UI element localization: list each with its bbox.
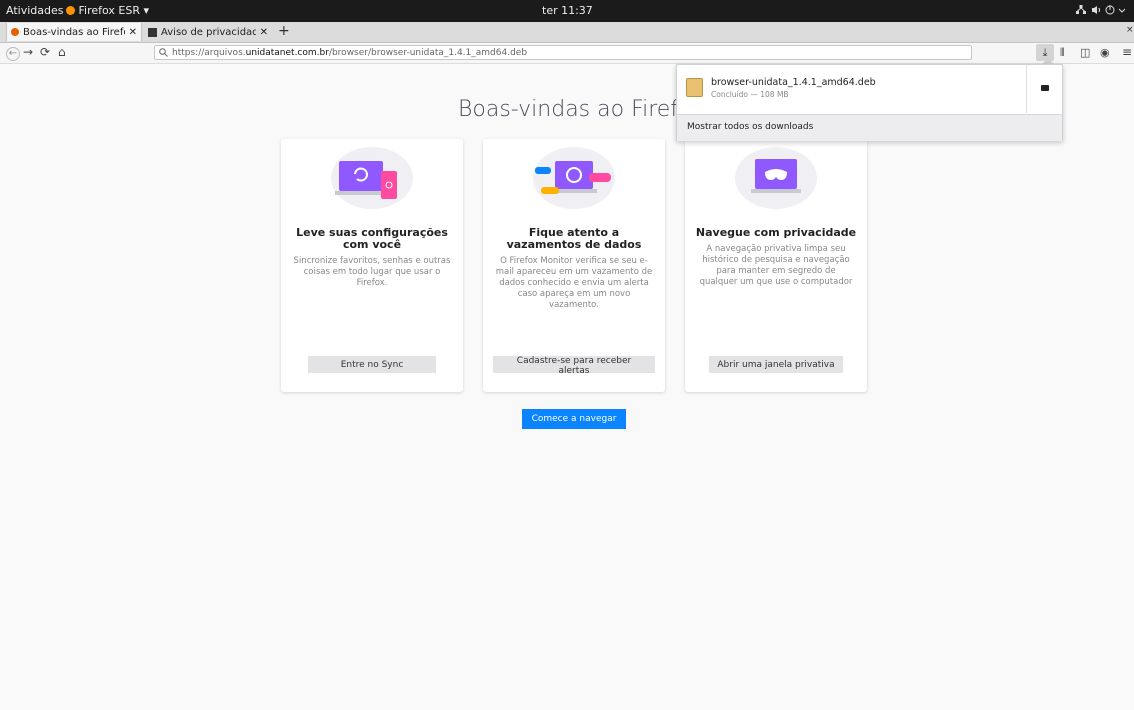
- app-menu-label: Firefox ESR: [78, 4, 140, 17]
- navigation-toolbar: ← → ⟳ ⌂ https://arquivos. unidatanet.com.…: [0, 43, 1134, 64]
- page-title: Boas-vindas ao Firefox: [458, 97, 704, 122]
- home-icon: ⌂: [58, 45, 66, 59]
- url-prefix: https://arquivos.: [172, 47, 246, 58]
- app-menu[interactable]: Firefox ESR ▾: [66, 4, 149, 17]
- activities-button[interactable]: Atividades: [6, 4, 63, 17]
- close-window-icon[interactable]: ×: [1126, 25, 1134, 35]
- tab-welcome[interactable]: Boas-vindas ao Firefox ✕: [6, 23, 142, 41]
- system-top-bar: Atividades Firefox ESR ▾ ter 11:37: [0, 0, 1134, 22]
- back-arrow-icon: ←: [6, 47, 20, 61]
- sync-illustration: [331, 147, 413, 209]
- tab-bar: Boas-vindas ao Firefox ✕ Aviso de privac…: [0, 22, 1134, 43]
- card-title: Navegue com privacidade: [695, 226, 857, 239]
- chevron-down-icon: ▾: [143, 4, 150, 17]
- network-icon: [1076, 5, 1086, 14]
- page-content: Boas-vindas ao Firefox Leve suas configu…: [0, 64, 1134, 710]
- volume-icon: [1092, 6, 1100, 14]
- tab-title: Aviso de privacidade do: [161, 26, 256, 38]
- close-icon[interactable]: ✕: [260, 27, 268, 38]
- private-window-button[interactable]: Abrir uma janela privativa: [709, 356, 843, 373]
- show-all-downloads-label: Mostrar todos os downloads: [687, 122, 814, 132]
- open-folder-button[interactable]: [1026, 65, 1063, 113]
- firefox-icon: [66, 6, 75, 15]
- start-browsing-button[interactable]: Comece a navegar: [522, 409, 626, 429]
- card-sync: Leve suas configurações com você Sincron…: [281, 139, 463, 392]
- url-path: /browser/browser-unidata_1.4.1_amd64.deb: [328, 47, 528, 58]
- chevron-down-icon: [1118, 8, 1126, 13]
- reload-icon: ⟳: [40, 45, 51, 59]
- card-title: Leve suas configurações com você: [296, 226, 448, 251]
- url-bar[interactable]: https://arquivos. unidatanet.com.br/brows…: [154, 45, 972, 60]
- close-icon[interactable]: ✕: [129, 27, 137, 38]
- reload-button[interactable]: ⟳: [40, 45, 50, 59]
- download-filename: browser-unidata_1.4.1_amd64.deb: [711, 77, 876, 88]
- card-description: A navegação privativa limpa seu históric…: [699, 244, 853, 287]
- library-icon[interactable]: ⫴: [1060, 46, 1065, 60]
- show-all-downloads[interactable]: Mostrar todos os downloads: [677, 114, 1062, 141]
- downloads-panel: browser-unidata_1.4.1_amd64.deb Concluíd…: [676, 64, 1063, 141]
- card-description: Sincronize favoritos, senhas e outras co…: [293, 256, 451, 288]
- power-icon: [1105, 5, 1115, 15]
- monitor-icon: [535, 161, 611, 194]
- sidebar-icon[interactable]: ◫: [1080, 46, 1090, 59]
- devices-sync-icon: [335, 161, 397, 199]
- tab-title: Boas-vindas ao Firefox: [23, 26, 125, 38]
- system-tray-icons: [1076, 5, 1126, 15]
- extension-icon[interactable]: ◉: [1100, 46, 1110, 59]
- monitor-illustration: [533, 147, 615, 209]
- download-status: Concluído — 108 MB: [711, 90, 789, 99]
- sync-button[interactable]: Entre no Sync: [308, 356, 436, 373]
- home-button[interactable]: ⌂: [58, 45, 66, 59]
- forward-arrow-icon: →: [23, 45, 34, 59]
- folder-icon: [1041, 85, 1049, 91]
- hamburger-menu-icon[interactable]: ≡: [1122, 45, 1132, 59]
- url-domain: unidatanet.com.br: [245, 47, 329, 58]
- clock[interactable]: ter 11:37: [542, 4, 593, 17]
- forward-button[interactable]: →: [23, 45, 33, 59]
- private-mask-icon: [751, 159, 801, 193]
- card-private-browsing: Navegue com privacidade A navegação priv…: [685, 139, 867, 392]
- firefox-icon: [11, 28, 19, 36]
- card-monitor: Fique atento a vazamentos de dados O Fir…: [483, 139, 665, 392]
- private-illustration: [735, 147, 817, 209]
- new-tab-button[interactable]: +: [278, 23, 290, 39]
- card-title: Fique atento a vazamentos de dados: [506, 226, 642, 251]
- card-description: O Firefox Monitor verifica se seu e-mail…: [495, 256, 653, 310]
- search-icon: [159, 48, 168, 57]
- monitor-signup-button[interactable]: Cadastre-se para receber alertas: [493, 356, 655, 376]
- system-tray[interactable]: [1074, 4, 1130, 19]
- site-favicon: [148, 27, 157, 37]
- tab-privacy-notice[interactable]: Aviso de privacidade do ✕: [144, 23, 272, 41]
- download-item[interactable]: browser-unidata_1.4.1_amd64.deb Concluíd…: [677, 65, 1062, 113]
- package-file-icon: [686, 78, 703, 97]
- back-button[interactable]: ←: [6, 45, 20, 61]
